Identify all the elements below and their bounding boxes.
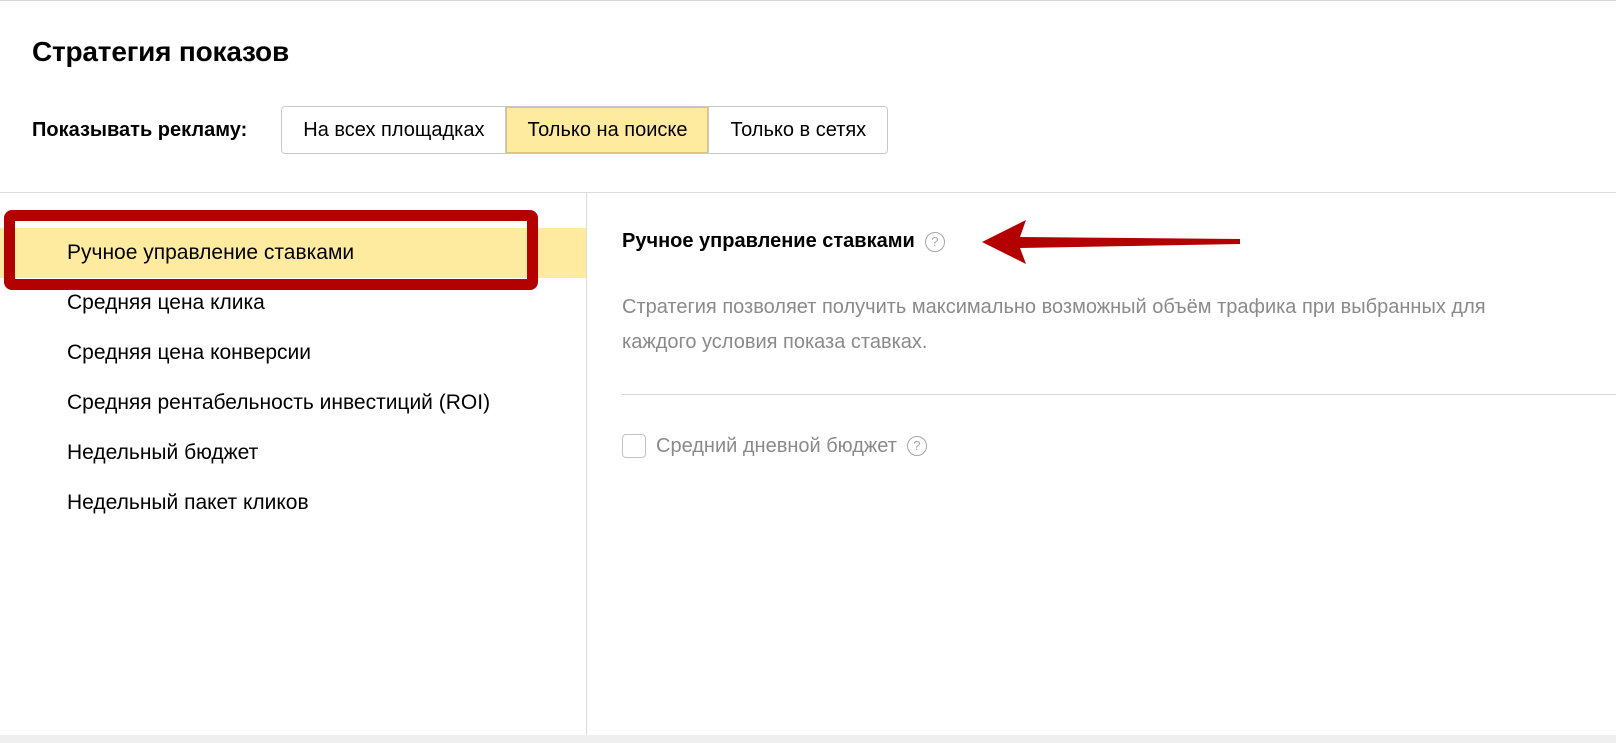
show-ads-label: Показывать рекламу: <box>32 118 248 141</box>
detail-divider <box>622 394 1616 395</box>
placement-option-networks[interactable]: Только в сетях <box>709 107 888 153</box>
strategy-item-weekly-click-package[interactable]: Недельный пакет кликов <box>0 478 586 528</box>
top-divider <box>0 0 1616 1</box>
strategy-description: Стратегия позволяет получить максимально… <box>622 290 1616 360</box>
column-divider <box>586 192 587 736</box>
daily-budget-checkbox[interactable] <box>622 434 646 458</box>
left-arrow-annotation-icon <box>982 220 1240 264</box>
strategy-item-avg-click-price[interactable]: Средняя цена клика <box>0 278 586 328</box>
strategy-list: Ручное управление ставками Средняя цена … <box>0 228 586 528</box>
detail-heading: Ручное управление ставками ? <box>622 230 945 253</box>
detail-title: Ручное управление ставками <box>622 230 915 252</box>
placement-option-search[interactable]: Только на поиске <box>506 107 710 153</box>
strategy-item-manual-bids[interactable]: Ручное управление ставками <box>0 228 586 278</box>
strategy-item-avg-roi[interactable]: Средняя рентабельность инвестиций (ROI) <box>0 378 586 428</box>
strategy-description-line-2: каждого условия показа ставках. <box>622 331 928 353</box>
page-title: Стратегия показов <box>32 36 289 67</box>
question-circle-icon[interactable]: ? <box>906 436 927 456</box>
placement-segmented-control: На всех площадках Только на поиске Тольк… <box>281 106 889 154</box>
daily-budget-row: Средний дневной бюджет ? <box>622 434 927 458</box>
daily-budget-label[interactable]: Средний дневной бюджет <box>656 435 897 458</box>
strategy-item-weekly-budget[interactable]: Недельный бюджет <box>0 428 586 478</box>
strategy-item-avg-conversion-price[interactable]: Средняя цена конверсии <box>0 328 586 378</box>
show-ads-row: Показывать рекламу: На всех площадках То… <box>32 106 889 154</box>
strategy-description-line-1: Стратегия позволяет получить максимально… <box>622 296 1486 318</box>
bottom-band <box>0 735 1616 743</box>
section-divider <box>0 192 1616 193</box>
question-circle-icon[interactable]: ? <box>924 231 945 252</box>
placement-option-all[interactable]: На всех площадках <box>282 107 507 153</box>
